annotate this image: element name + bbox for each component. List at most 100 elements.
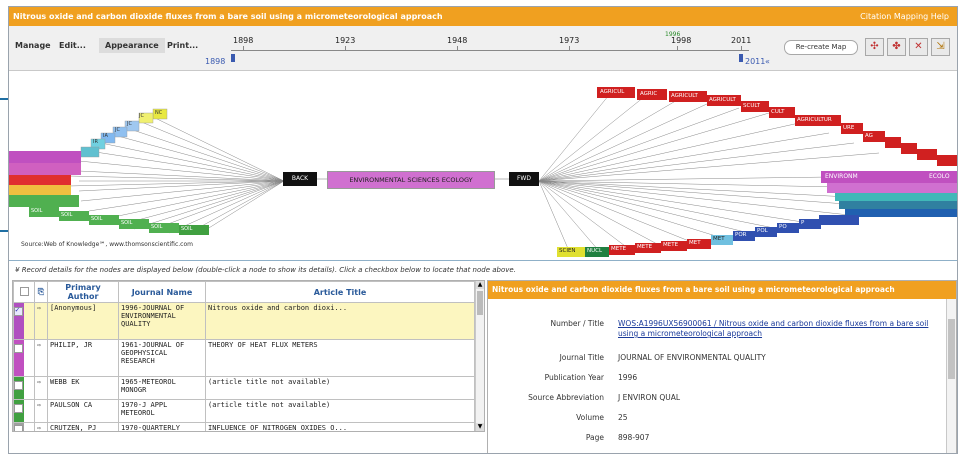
select-all-header[interactable] — [13, 281, 35, 303]
collapse-arrow-icon[interactable]: ¥ — [15, 266, 22, 274]
map-node-left-4[interactable]: IA — [103, 133, 108, 139]
map-node-right-bottom-10[interactable]: PO — [779, 224, 787, 230]
row-link-cell[interactable]: ⇨ — [34, 376, 48, 400]
collapse-nodes-button[interactable]: ✤ — [887, 38, 906, 56]
map-node-right-bottom-3[interactable]: METE — [611, 246, 626, 252]
map-node-soil-2[interactable]: SOIL — [61, 212, 72, 218]
table-row[interactable]: ⇨ [Anonymous] 1996-JOURNAL OF ENVIRONMEN… — [13, 302, 475, 340]
map-node — [819, 215, 859, 225]
row-checkbox-cell[interactable] — [13, 422, 35, 431]
map-node-soil-3[interactable]: SOIL — [91, 216, 102, 222]
row-checkbox-cell[interactable] — [13, 376, 35, 400]
grid-scroll-thumb[interactable] — [477, 291, 483, 315]
table-row[interactable]: ⇨ PAULSON CA 1970-J APPL METEOROL (artic… — [13, 399, 475, 423]
source-credit: Source:Web of Knowledge℠, www.thomsonsci… — [21, 241, 193, 248]
recreate-map-button[interactable]: Re-create Map — [784, 40, 858, 55]
map-node-right-mid-1[interactable]: ENVIRONM — [825, 173, 858, 180]
row-link-cell[interactable]: ⇨ — [34, 422, 48, 431]
scroll-down-arrow-icon[interactable]: ▼ — [476, 423, 484, 431]
map-node-right-bottom-1[interactable]: SCIEN — [559, 248, 576, 254]
export-button[interactable]: ⇲ — [931, 38, 950, 56]
journal-column-header[interactable]: Journal Name — [118, 281, 206, 303]
table-row[interactable]: ⇨ PHILIP, JR 1961-JOURNAL OF GEOPHYSICAL… — [13, 339, 475, 377]
citation-map[interactable]: JC NC JC IA IR JC SOIL SOIL SOIL SOIL SO… — [9, 71, 957, 261]
menu-appearance[interactable]: Appearance — [99, 38, 165, 53]
center-node[interactable]: ENVIRONMENTAL SCIENCES ECOLOGY — [327, 171, 495, 189]
table-row[interactable]: ⇨ CRUTZEN, PJ 1970-QUARTERLY INFLUENCE O… — [13, 422, 475, 431]
map-node-right-bottom-4[interactable]: METE — [637, 244, 652, 250]
fit-map-button[interactable]: ✕ — [909, 38, 928, 56]
row-checkbox[interactable] — [14, 404, 23, 413]
row-checkbox-cell[interactable] — [13, 339, 35, 377]
menu-manage[interactable]: Manage — [15, 41, 51, 50]
expand-nodes-icon: ✣ — [870, 41, 879, 52]
map-node-right-top-6[interactable]: CULT — [771, 109, 785, 115]
title-column-header[interactable]: Article Title — [205, 281, 475, 303]
author-cell: WEBB EK — [47, 376, 119, 400]
select-all-checkbox[interactable] — [19, 286, 29, 296]
detail-scroll-thumb[interactable] — [948, 319, 955, 379]
row-checkbox[interactable] — [14, 425, 23, 431]
help-link[interactable]: Citation Mapping Help — [860, 12, 949, 21]
range-start-handle[interactable] — [231, 54, 235, 62]
map-node-soil-1[interactable]: SOIL — [31, 208, 42, 214]
menu-edit[interactable]: Edit... — [59, 41, 86, 50]
detail-scrollbar[interactable] — [946, 299, 956, 453]
map-node — [839, 201, 957, 209]
map-node-soil-4[interactable]: SOIL — [121, 220, 132, 226]
back-node[interactable]: BACK — [283, 172, 317, 186]
range-end-handle[interactable] — [739, 54, 743, 62]
goto-node-icon[interactable]: ⇨ — [37, 341, 41, 349]
link-header-icon: ⎘ — [37, 287, 45, 296]
map-node-right-bottom-8[interactable]: POR — [735, 232, 746, 238]
map-node-left-6[interactable]: JC — [127, 121, 132, 127]
map-node-right-bottom-5[interactable]: METE — [663, 242, 678, 248]
timeline-track[interactable] — [231, 50, 749, 51]
record-grid[interactable]: ⎘ Primary Author Journal Name Article Ti… — [12, 280, 485, 432]
map-node-right-mid-2[interactable]: ECOLO — [929, 173, 950, 180]
row-checkbox-cell[interactable] — [13, 302, 35, 340]
author-column-header[interactable]: Primary Author — [47, 281, 119, 303]
title-cell: INFLUENCE OF NITROGEN OXIDES O... — [205, 422, 475, 431]
fwd-node[interactable]: FWD — [509, 172, 539, 186]
goto-node-icon[interactable]: ⇨ — [37, 401, 41, 409]
goto-node-icon[interactable]: ⇨ — [37, 304, 41, 312]
goto-node-icon[interactable]: ⇨ — [37, 378, 41, 386]
map-node-right-top-2[interactable]: AGRIC — [640, 91, 657, 97]
map-node-soil-5[interactable]: SOIL — [151, 224, 162, 230]
map-node-right-bottom-9[interactable]: POL — [757, 228, 768, 234]
grid-scrollbar[interactable]: ▲ ▼ — [475, 281, 484, 431]
map-node-left-2[interactable]: NC — [155, 110, 162, 116]
menu-print[interactable]: Print... — [167, 41, 198, 50]
expand-nodes-button[interactable]: ✣ — [865, 38, 884, 56]
map-node-right-top-8[interactable]: URE — [843, 125, 854, 131]
row-link-cell[interactable]: ⇨ — [34, 302, 48, 340]
map-node-left-3[interactable]: JC — [115, 127, 120, 133]
map-node-right-top-4[interactable]: AGRICULT — [709, 97, 736, 103]
table-row[interactable]: ⇨ WEBB EK 1965-METEOROL MONOGR (article … — [13, 376, 475, 400]
map-node-left-1[interactable]: JC — [139, 113, 144, 119]
title-bar: Nitrous oxide and carbon dioxide fluxes … — [9, 7, 957, 26]
map-node-right-top-1[interactable]: AGRICUL — [600, 89, 624, 95]
author-cell: PHILIP, JR — [47, 339, 119, 377]
row-checkbox[interactable] — [14, 344, 23, 353]
row-checkbox[interactable] — [14, 381, 23, 390]
map-node-right-top-9[interactable]: AG — [865, 133, 873, 139]
map-node-right-top-5[interactable]: SCULT — [743, 103, 760, 109]
goto-node-icon[interactable]: ⇨ — [37, 424, 41, 431]
scroll-up-arrow-icon[interactable]: ▲ — [476, 281, 484, 289]
row-link-cell[interactable]: ⇨ — [34, 339, 48, 377]
row-link-cell[interactable]: ⇨ — [34, 399, 48, 423]
map-node-right-bottom-7[interactable]: MET — [713, 236, 725, 242]
map-node-right-top-3[interactable]: AGRICULT — [671, 93, 698, 99]
detail-wos-link[interactable]: WOS:A1996UX56900061 / Nitrous oxide and … — [618, 319, 938, 339]
map-node-soil-6[interactable]: SOIL — [181, 226, 192, 232]
map-node-right-top-7[interactable]: AGRICULTUR — [797, 117, 832, 123]
map-node-right-bottom-11[interactable]: P — [801, 220, 804, 226]
timeline-tickmark — [677, 46, 678, 51]
map-node-left-5[interactable]: IR — [93, 139, 98, 145]
map-node-right-bottom-2[interactable]: NUCL — [587, 248, 602, 254]
map-node-right-bottom-6[interactable]: MET — [689, 240, 701, 246]
row-checkbox[interactable] — [14, 305, 23, 316]
row-checkbox-cell[interactable] — [13, 399, 35, 423]
